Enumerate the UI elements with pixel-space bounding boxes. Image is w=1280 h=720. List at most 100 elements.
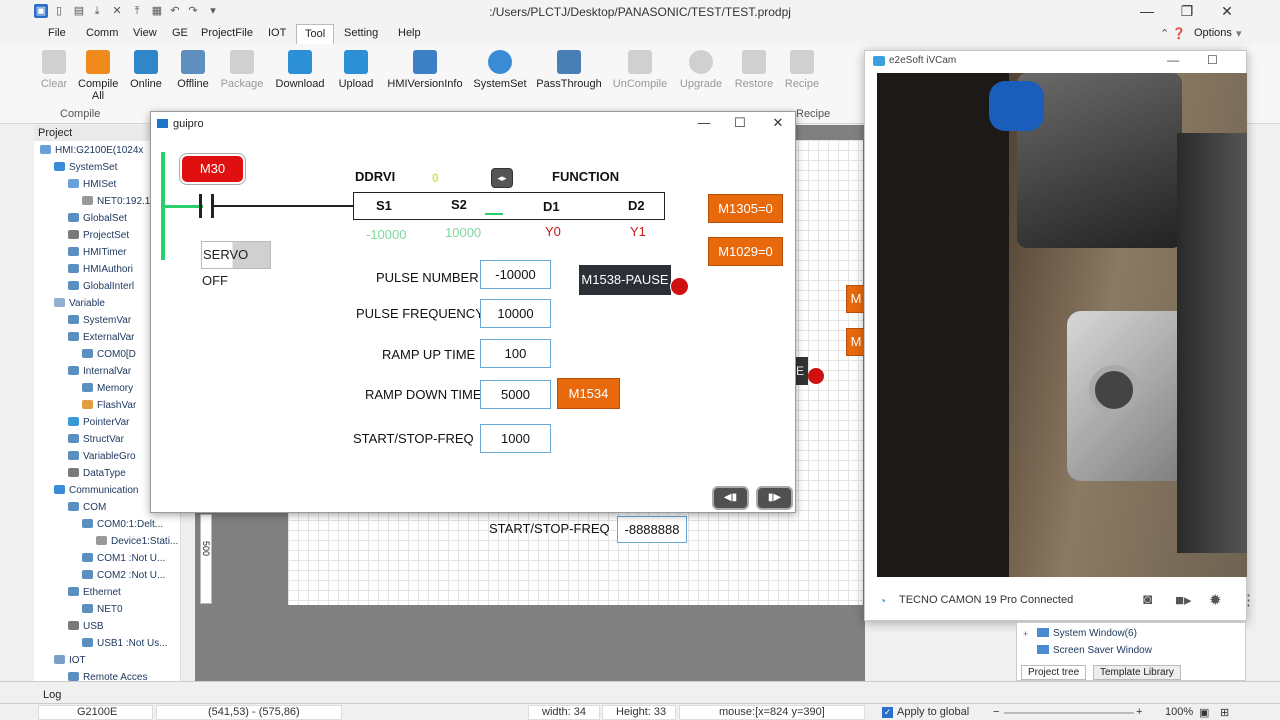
upgrade-button[interactable]: Upgrade [671,50,731,90]
menu-comm[interactable]: Comm [86,27,118,39]
guipro-minimize-icon[interactable]: — [689,115,719,130]
options-chevron-icon[interactable]: ▾ [1236,27,1242,40]
tree-item[interactable]: HMI:G2100E(1024x [40,145,143,156]
tree-item[interactable]: Variable [54,298,105,309]
tree-item[interactable]: StructVar [68,434,124,445]
bg-m-button-1[interactable]: M [846,285,866,313]
guipro-title: guipro [173,118,204,130]
ivcam-maximize-icon[interactable]: ☐ [1207,53,1218,67]
menu-setting[interactable]: Setting [344,27,378,39]
tree-item[interactable]: InternalVar [68,366,131,377]
restore-icon[interactable]: ❐ [1172,3,1202,20]
tree-item-label: GlobalInterl [83,281,135,292]
m1305-button[interactable]: M1305=0 [708,194,783,223]
zoom-out-icon[interactable]: − [993,706,999,718]
more-icon[interactable]: ⋮ [1241,591,1256,609]
ramp-down-input[interactable]: 5000 [480,380,551,409]
menu-help[interactable]: Help [398,27,421,39]
fullscreen-icon[interactable]: ⊞ [1220,706,1229,719]
tree-item[interactable]: USB1 :Not Us... [82,638,168,649]
tree-item[interactable]: ExternalVar [68,332,135,343]
snapshot-icon[interactable]: ◙ [1143,591,1152,608]
tree-item[interactable]: COM2 :Not U... [82,570,165,581]
zoom-slider[interactable] [1004,712,1134,714]
tree-item[interactable]: ProjectSet [68,230,129,241]
m1538-pause-button[interactable]: M1538-PAUSE [579,265,671,295]
ramp-up-input[interactable]: 100 [480,339,551,368]
tree-item[interactable]: COM [68,502,106,513]
tree-item[interactable]: NET0:192.16 [82,196,156,207]
m30-button[interactable]: M30 [180,154,245,184]
systemset-button[interactable]: SystemSet [470,50,530,90]
record-icon[interactable]: ■▸ [1175,591,1192,609]
tree-item[interactable]: NET0 [82,604,123,615]
tree-item[interactable]: Device1:Stati... [96,536,178,547]
tree-item[interactable]: Ethernet [68,587,121,598]
tree-item[interactable]: GlobalInterl [68,281,134,292]
system-window-item[interactable]: System Window(6) [1053,628,1137,639]
tab-template-library[interactable]: Template Library [1093,665,1181,680]
close-icon[interactable]: ✕ [1212,3,1242,20]
tree-node-icon [54,485,65,494]
function-toggle[interactable]: ◂▸ [491,168,513,188]
tree-item[interactable]: COM1 :Not U... [82,553,165,564]
hmiversioninfo-button[interactable]: HMIVersionInfo [385,50,465,90]
menu-iot[interactable]: IOT [268,27,286,39]
passthrough-button[interactable]: PassThrough [536,50,602,90]
prev-screen-button[interactable]: ◀▮ [712,486,749,510]
pulse-frequency-input[interactable]: 10000 [480,299,551,328]
minimize-icon[interactable]: — [1132,3,1162,19]
screen-saver-item[interactable]: Screen Saver Window [1053,645,1152,656]
bg-ssf-value[interactable]: -8888888 [617,516,687,543]
pulse-number-input[interactable]: -10000 [480,260,551,289]
log-label[interactable]: Log [43,689,61,701]
function-label: FUNCTION [552,169,620,184]
zoom-in-icon[interactable]: + [1136,706,1142,718]
uncompile-button[interactable]: UnCompile [610,50,670,90]
options-menu[interactable]: Options [1194,27,1232,39]
tree-item[interactable]: DataType [68,468,126,479]
tree-item[interactable]: Memory [82,383,133,394]
upload-button[interactable]: Upload [326,50,386,90]
ivcam-app-icon [873,56,885,66]
tree-item[interactable]: GlobalSet [68,213,127,224]
tree-item[interactable]: SystemSet [54,162,117,173]
apply-global-checkbox[interactable]: ✓ [882,707,893,718]
tab-project-tree[interactable]: Project tree [1021,665,1087,680]
tree-item[interactable]: HMIAuthori [68,264,133,275]
servo-toggle[interactable]: SERVO OFF [201,241,271,288]
ivcam-minimize-icon[interactable]: — [1167,53,1179,67]
menu-tool[interactable]: Tool [296,24,335,44]
tree-item[interactable]: Communication [54,485,138,496]
tree-node-icon [68,621,79,630]
bg-pause-stub[interactable]: E [796,357,808,385]
menu-ge[interactable]: GE [172,27,188,39]
guipro-maximize-icon[interactable]: ☐ [725,115,755,131]
m1029-button[interactable]: M1029=0 [708,237,783,266]
tree-item[interactable]: COM0:1:Delt... [82,519,163,530]
menu-projectfile[interactable]: ProjectFile [201,27,253,39]
tree-item[interactable]: COM0[D [82,349,136,360]
tree-item[interactable]: VariableGro [68,451,136,462]
next-screen-button[interactable]: ▮▶ [756,486,793,510]
m1534-button[interactable]: M1534 [557,378,620,409]
tree-item[interactable]: HMITimer [68,247,127,258]
tree-item[interactable]: HMISet [68,179,116,190]
bg-m-button-2[interactable]: M [846,328,866,356]
package-button[interactable]: Package [212,50,272,90]
recipe-button[interactable]: Recipe [772,50,832,90]
menu-view[interactable]: View [133,27,157,39]
guipro-close-icon[interactable]: ✕ [763,115,793,131]
download-button[interactable]: Download [270,50,330,90]
tree-item[interactable]: FlashVar [82,400,136,411]
tree-item[interactable]: IOT [54,655,86,666]
start-stop-freq-input[interactable]: 1000 [480,424,551,453]
fit-screen-icon[interactable]: ▣ [1199,706,1209,719]
tree-item[interactable]: PointerVar [68,417,130,428]
settings-gear-icon[interactable]: ✹ [1209,591,1222,609]
tree-item[interactable]: USB [68,621,104,632]
tree-item[interactable]: SystemVar [68,315,131,326]
menu-file[interactable]: File [48,27,66,39]
expand-icon[interactable]: + [1023,629,1028,639]
help-icon[interactable]: ⌃ ❓ [1160,27,1186,40]
